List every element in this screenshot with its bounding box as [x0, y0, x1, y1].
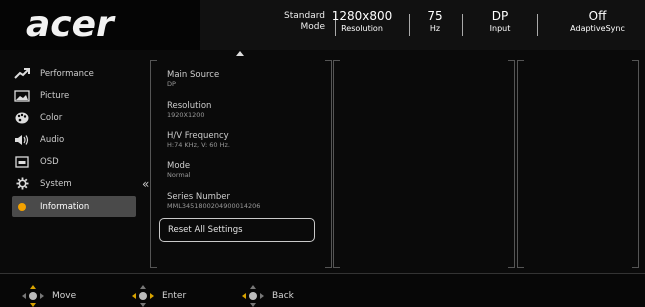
- footer-move-label: Move: [52, 291, 77, 301]
- status-divider: [462, 14, 463, 36]
- status-input-value: DP: [491, 9, 509, 23]
- sidebar-item-label: Color: [40, 112, 63, 123]
- sidebar-item-color[interactable]: Color: [12, 107, 136, 128]
- monitor-osd: acer Standard Mode 1280x800 Resolution 7…: [0, 0, 645, 307]
- footer-back[interactable]: Back: [242, 285, 294, 307]
- logo-area: acer: [0, 0, 210, 50]
- info-series-number: Series Number MML3451800204900014206: [167, 192, 260, 211]
- sidebar-item-picture[interactable]: Picture: [12, 85, 136, 106]
- footer-bar: Move Enter Back: [0, 273, 645, 307]
- info-value: 1920X1200: [167, 111, 205, 119]
- footer-enter[interactable]: Enter: [132, 285, 186, 307]
- sidebar-item-label: Audio: [40, 134, 65, 145]
- info-main-source: Main Source DP: [167, 70, 219, 89]
- info-title: Resolution: [167, 101, 212, 111]
- color-palette-icon: [12, 111, 32, 125]
- info-title: Main Source: [167, 70, 220, 80]
- info-resolution: Resolution 1920X1200: [167, 101, 211, 120]
- speaker-icon: [12, 133, 32, 147]
- status-input: DP Input: [480, 10, 520, 34]
- status-adaptivesync: Off AdaptiveSync: [560, 10, 635, 34]
- status-resolution-label: Resolution: [341, 24, 383, 33]
- sidebar-item-system[interactable]: System: [12, 173, 136, 194]
- column-bracket-right: [508, 60, 515, 268]
- info-value: MML3451800204900014206: [167, 202, 261, 210]
- sidebar-item-information[interactable]: Information: [12, 196, 136, 217]
- joystick-move-icon: [22, 285, 44, 307]
- status-resolution-value: 1280x800: [331, 9, 393, 23]
- info-mode: Mode Normal: [167, 161, 191, 180]
- scroll-up-icon[interactable]: [236, 51, 244, 56]
- sidebar-item-label: OSD: [40, 156, 59, 167]
- sidebar-item-audio[interactable]: Audio: [12, 129, 136, 150]
- status-refresh-value: 75: [427, 9, 443, 23]
- joystick-back-icon: [242, 285, 264, 307]
- acer-logo: acer: [26, 4, 114, 45]
- reset-all-settings-button[interactable]: Reset All Settings: [159, 218, 315, 242]
- status-refresh: 75 Hz: [420, 10, 450, 34]
- sidebar-item-performance[interactable]: Performance: [12, 63, 136, 84]
- sidebar-item-osd[interactable]: OSD: [12, 151, 136, 172]
- info-title: Mode: [167, 161, 191, 171]
- status-divider: [537, 14, 538, 36]
- footer-enter-label: Enter: [162, 291, 187, 301]
- info-value: H:74 KHz, V: 60 Hz.: [167, 141, 230, 149]
- status-refresh-label: Hz: [429, 24, 441, 33]
- status-divider: [409, 14, 410, 36]
- status-adaptivesync-value: Off: [588, 9, 607, 23]
- column-bracket-right: [325, 60, 332, 268]
- picture-icon: [12, 89, 32, 103]
- header-bar: acer Standard Mode 1280x800 Resolution 7…: [0, 0, 645, 50]
- status-adaptivesync-label: AdaptiveSync: [570, 24, 625, 33]
- column-bracket-left: [150, 60, 157, 268]
- sidebar-item-label: System: [40, 178, 72, 189]
- status-input-label: Input: [489, 24, 511, 33]
- sidebar-item-label: Information: [40, 201, 90, 212]
- sidebar: Performance Picture Color Audio OSD Syst…: [0, 56, 145, 266]
- sidebar-item-label: Picture: [40, 90, 70, 101]
- joystick-enter-icon: [132, 285, 154, 307]
- gear-icon: [12, 177, 32, 191]
- status-mode-label: Mode: [300, 22, 325, 32]
- sidebar-item-label: Performance: [40, 68, 94, 79]
- column-bracket-left: [517, 60, 524, 268]
- footer-move[interactable]: Move: [22, 285, 76, 307]
- info-title: H/V Frequency: [167, 131, 229, 141]
- info-hv-frequency: H/V Frequency H:74 KHz, V: 60 Hz.: [167, 131, 230, 150]
- column-bracket-right: [632, 60, 639, 268]
- performance-icon: [12, 67, 32, 81]
- info-dot-icon: [12, 200, 32, 214]
- info-value: DP: [167, 80, 176, 88]
- info-value: Normal: [167, 171, 191, 179]
- status-mode: Standard Mode: [255, 10, 325, 33]
- footer-back-label: Back: [272, 291, 294, 301]
- info-title: Series Number: [167, 192, 230, 202]
- selection-pointer-icon: «: [142, 177, 150, 191]
- column-bracket-left: [333, 60, 340, 268]
- osd-icon: [12, 155, 32, 169]
- status-resolution: 1280x800 Resolution: [327, 10, 397, 34]
- status-mode-value: Standard: [284, 11, 325, 21]
